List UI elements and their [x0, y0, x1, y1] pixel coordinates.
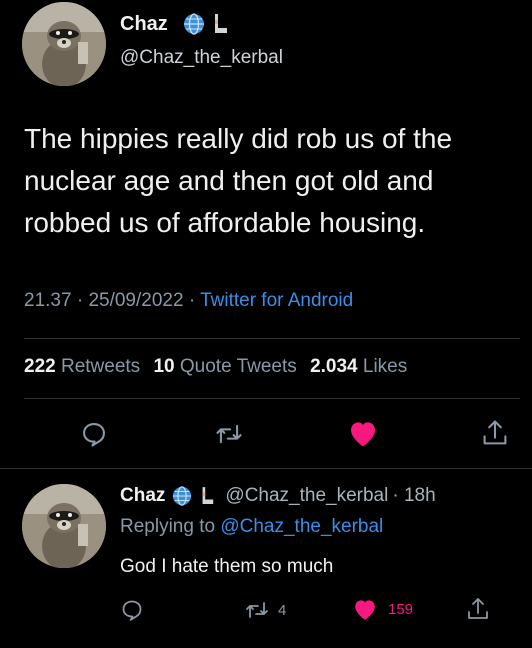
globe-icon [171, 485, 193, 507]
tweet-text-line: nuclear age and then got old and [24, 165, 434, 196]
share-icon [483, 420, 507, 445]
likes-label: Likes [362, 356, 408, 377]
reply-author-name[interactable]: Chaz [120, 485, 165, 507]
heart-icon [351, 422, 375, 447]
reply-like-button[interactable]: 159 [352, 597, 413, 621]
rocket-icon [199, 485, 215, 507]
replying-prefix: Replying to [120, 516, 216, 537]
retweet-button[interactable] [214, 420, 244, 448]
reply-avatar[interactable] [22, 484, 106, 568]
reply-age: · 18h [392, 485, 436, 506]
globe-icon [182, 12, 206, 36]
reply-handle[interactable]: @Chaz_the_kerbal [225, 485, 388, 507]
tweet-text-line: robbed us of affordable housing. [24, 207, 426, 238]
reply-retweet-count: 4 [278, 601, 287, 619]
reply-header: Chaz @Chaz_the_kerbal · 18h [120, 485, 436, 507]
reply-like-count: 159 [388, 600, 414, 618]
divider [0, 468, 532, 469]
rocket-icon [211, 12, 229, 36]
retweets-count: 222 [24, 356, 56, 377]
tweet-text: The hippies really did rob us of the nuc… [24, 118, 452, 244]
quotes-label: Quote Tweets [179, 356, 297, 377]
reply-reply-button[interactable] [120, 598, 144, 622]
like-button[interactable] [347, 418, 379, 448]
share-button[interactable] [481, 418, 509, 448]
tweet-time[interactable]: 21.37 [24, 290, 72, 311]
reply-text: God I hate them so much [120, 556, 334, 577]
reply-share-button[interactable] [466, 596, 490, 622]
quotes-count: 10 [153, 356, 175, 377]
reply-button[interactable] [80, 420, 108, 448]
replying-to: Replying to @Chaz_the_kerbal [120, 516, 383, 538]
tweet-text-line: The hippies really did rob us of the [24, 123, 453, 154]
tweet-meta: 21.37 · 25/09/2022 · Twitter for Android [24, 290, 353, 312]
author-handle[interactable]: @Chaz_the_kerbal [120, 47, 283, 69]
meta-separator: · [188, 290, 196, 311]
avatar[interactable] [22, 2, 106, 86]
reply-retweet-button[interactable]: 4 [244, 598, 286, 622]
retweet-icon [246, 602, 268, 618]
retweets-label: Retweets [60, 356, 141, 377]
tweet-date[interactable]: 25/09/2022 [88, 290, 183, 311]
likes-stat[interactable]: 2.034 Likes [310, 356, 407, 377]
reply-icon [122, 600, 142, 621]
tweet-stats: 222 Retweets 10 Quote Tweets 2.034 Likes [24, 356, 407, 378]
divider [24, 338, 520, 339]
heart-icon [355, 600, 375, 620]
tweet-source-link[interactable]: Twitter for Android [200, 290, 353, 311]
reply-icon [83, 423, 105, 447]
likes-count: 2.034 [310, 356, 358, 377]
replying-handle-link[interactable]: @Chaz_the_kerbal [220, 516, 383, 537]
retweet-icon [216, 424, 242, 444]
quotes-stat[interactable]: 10 Quote Tweets [153, 356, 302, 377]
meta-separator: · [76, 290, 84, 311]
divider [24, 398, 520, 399]
retweets-stat[interactable]: 222 Retweets [24, 356, 145, 377]
author-name[interactable]: Chaz [120, 13, 168, 36]
share-icon [468, 598, 488, 619]
